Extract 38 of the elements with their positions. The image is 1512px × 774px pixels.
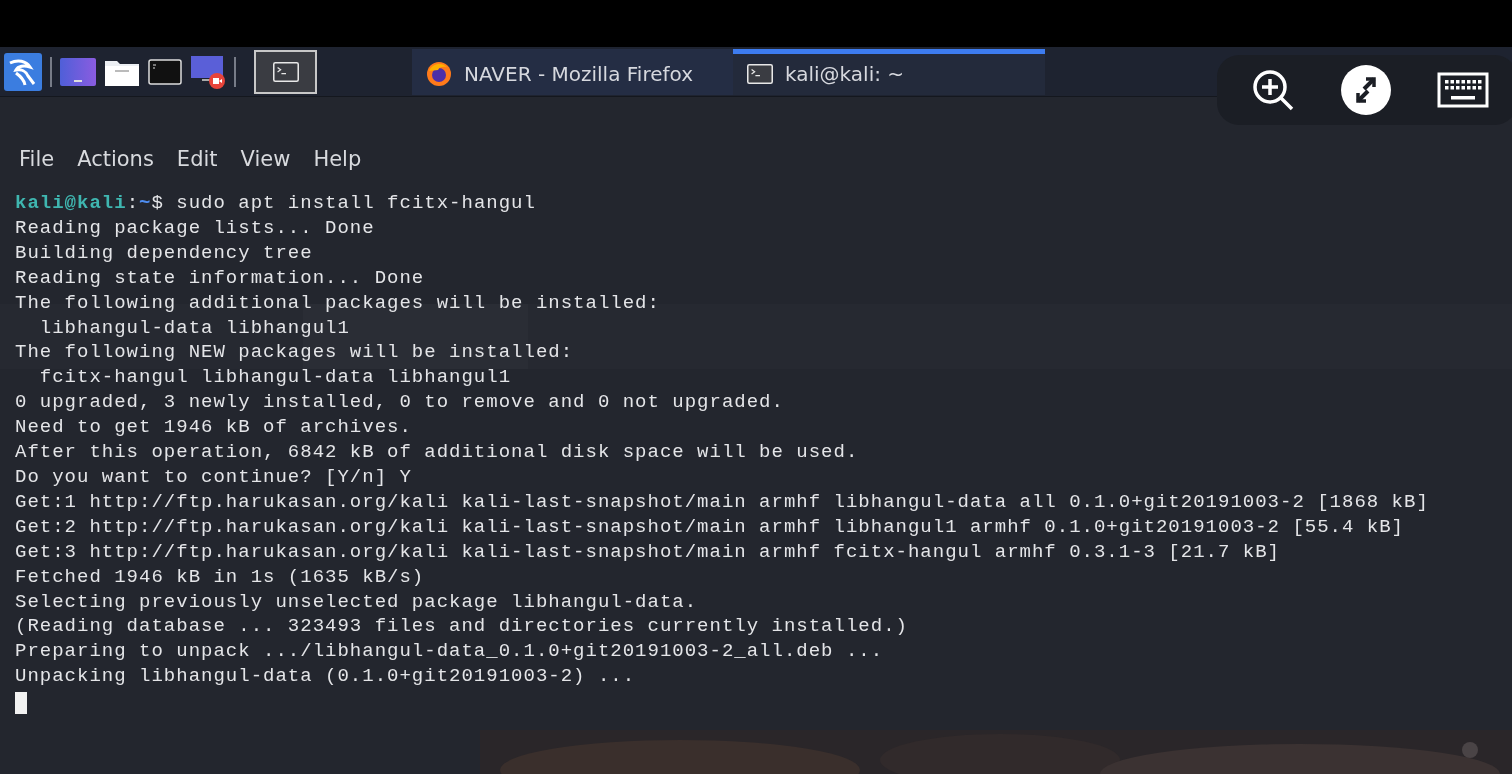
output-line: Get:3 http://ftp.harukasan.org/kali kali-last-snapshot/main armhf fcitx-hangul armhf 0.3.1-3 [21.7 kB] (15, 539, 1281, 565)
taskbar-task[interactable]: NAVER - Mozilla Firefox (412, 48, 733, 95)
firefox-icon (426, 61, 452, 87)
output-line: Get:2 http://ftp.harukasan.org/kali kali-last-snapshot/main armhf libhangul1 armhf 0.1.0+git20191003-2 [55.4 kB] (15, 514, 1405, 540)
menu-item[interactable]: Actions (77, 147, 154, 177)
taskbar-task[interactable]: kali@kali: ~ (733, 48, 1045, 95)
output-line: The following additional packages will be installed: (15, 290, 661, 316)
terminal-icon[interactable] (148, 58, 182, 85)
output-line: Do you want to continue? [Y/n] Y (15, 464, 413, 490)
zoom-in-icon[interactable] (1251, 68, 1295, 112)
menu-item[interactable]: Help (313, 147, 362, 177)
output-line: libhangul-data libhangul1 (38, 315, 351, 341)
menu-item[interactable]: File (19, 147, 55, 177)
output-line: Need to get 1946 kB of archives. (15, 415, 413, 441)
output-line: 0 upgraded, 3 newly installed, 0 to remove and 0 not upgraded. (15, 390, 785, 416)
output-line: Preparing to unpack .../libhangul-data_0.1.0+git20191003-2_all.deb ... (15, 639, 885, 665)
remote-connection-icon[interactable] (1341, 65, 1391, 115)
output-line: (Reading database ... 323493 files and directories currently installed.) (15, 614, 909, 640)
desktop-icon[interactable] (60, 57, 96, 86)
output-line: Reading state information... Done (15, 265, 426, 291)
kali-logo-icon[interactable] (4, 52, 42, 91)
output-line: Unpacking libhangul-data (0.1.0+git20191003-2) ... (15, 664, 637, 690)
output-line: fcitx-hangul libhangul-data libhangul1 (38, 365, 513, 391)
output-line: Get:1 http://ftp.harukasan.org/kali kali-last-snapshot/main armhf libhangul-data all 0.1.0+git20191003-2 [1868 kB] (15, 489, 1430, 515)
output-line: Selecting previously unselected package libhangul-data. (15, 589, 699, 615)
output-line: The following NEW packages will be installed: (15, 340, 575, 366)
terminal-icon (747, 64, 773, 84)
menu-item[interactable]: Edit (176, 147, 218, 177)
output-line: After this operation, 6842 kB of additional disk space will be used. (15, 440, 860, 465)
output-line: Reading package lists... Done (15, 215, 376, 241)
menu-item[interactable]: View (240, 147, 291, 177)
output-line: Building dependency tree (15, 240, 314, 266)
screen-recorder-icon[interactable] (190, 54, 226, 89)
terminal-task-button[interactable] (254, 49, 317, 94)
prompt-line: kali@kali:~$ sudo apt install fcitx-hangul (15, 191, 537, 216)
keyboard-icon[interactable] (1437, 72, 1489, 108)
terminal-icon (272, 61, 299, 82)
output-line: Fetched 1946 kB in 1s (1635 kB/s) (15, 564, 426, 590)
